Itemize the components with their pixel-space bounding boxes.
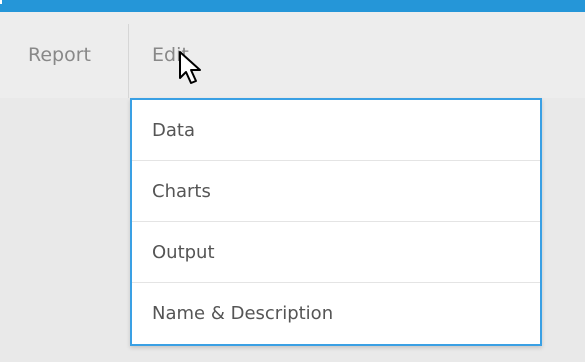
dropdown-item-name-description[interactable]: Name & Description xyxy=(132,283,540,344)
menu-bar: Report Edit xyxy=(0,12,585,110)
mouse-pointer-icon xyxy=(179,51,201,84)
dropdown-item-charts[interactable]: Charts xyxy=(132,161,540,222)
top-accent-strip xyxy=(0,0,585,12)
menu-report[interactable]: Report xyxy=(28,24,91,86)
top-strip-notch xyxy=(0,0,2,4)
dropdown-item-output[interactable]: Output xyxy=(132,222,540,283)
dropdown-item-data[interactable]: Data xyxy=(132,100,540,161)
edit-dropdown-menu: Data Charts Output Name & Description xyxy=(130,98,542,346)
